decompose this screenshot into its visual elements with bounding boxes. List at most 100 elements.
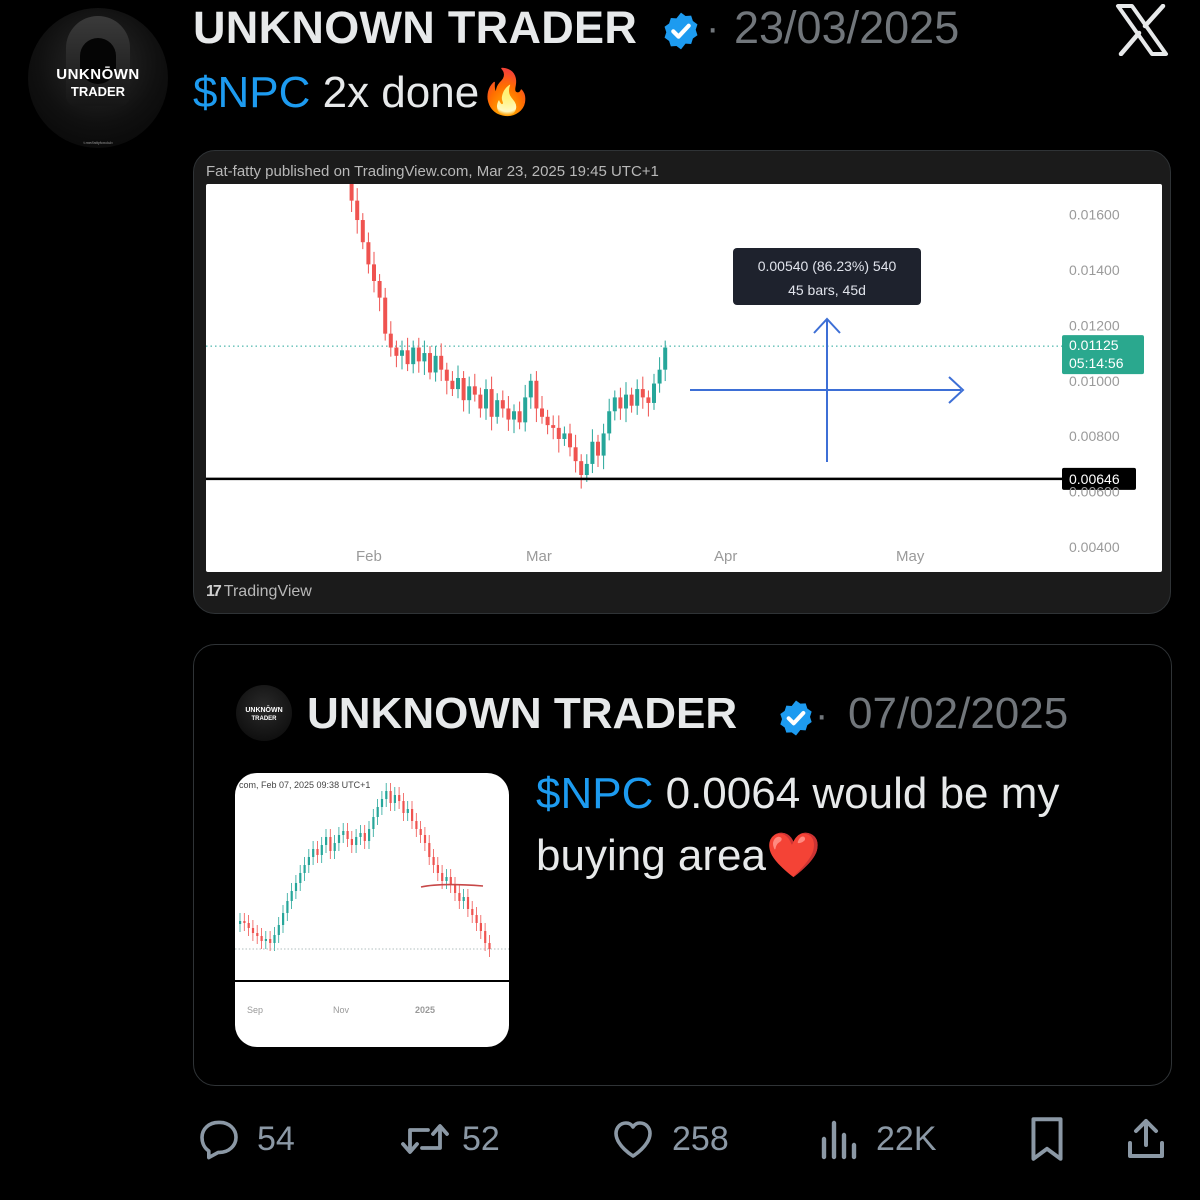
thumb-candle-body xyxy=(325,837,328,845)
y-tick-label: 0.01000 xyxy=(1069,373,1120,389)
candle-body xyxy=(394,347,399,356)
quoted-mini-chart: com, Feb 07, 2025 09:38 UTC+1 Sep Nov 20… xyxy=(235,780,509,1015)
candle-body xyxy=(416,347,421,362)
quoted-tweet-card[interactable]: UNKNŌWN TRADER UNKNOWN TRADER · 07/02/20… xyxy=(193,644,1172,1086)
candle-body xyxy=(523,397,528,423)
thumb-candle-body xyxy=(337,835,341,843)
thumb-candle-body xyxy=(402,801,405,813)
measure-tooltip-line1: 0.00540 (86.23%) 540 xyxy=(758,258,897,274)
views-button[interactable]: 22K xyxy=(818,1114,937,1164)
thumb-candle-body xyxy=(372,817,375,829)
heart-emoji: ❤️ xyxy=(765,831,821,880)
thumb-candle-body xyxy=(312,849,315,857)
candle-body xyxy=(372,264,376,281)
post-date[interactable]: 23/03/2025 xyxy=(734,2,959,54)
candle-body xyxy=(512,411,516,420)
thumb-red-curve xyxy=(420,883,484,888)
thumb-candle-body xyxy=(299,873,302,883)
quoted-cashtag-link[interactable]: $NPC xyxy=(536,769,653,818)
thumb-candle-body xyxy=(406,809,409,813)
thumb-candle-body xyxy=(333,843,336,851)
thumb-candle-body xyxy=(423,835,427,843)
bookmark-button[interactable] xyxy=(1026,1114,1068,1164)
views-bar-chart-icon xyxy=(821,1120,857,1160)
thumb-candle-body xyxy=(303,865,306,873)
quoted-date[interactable]: 07/02/2025 xyxy=(848,689,1068,739)
thumb-candle-body xyxy=(294,883,298,891)
quoted-avatar-line2: TRADER xyxy=(251,716,277,722)
candle-body xyxy=(472,386,477,395)
x-logo-icon[interactable] xyxy=(1114,4,1170,56)
quoted-chart-thumbnail[interactable]: com, Feb 07, 2025 09:38 UTC+1 Sep Nov 20… xyxy=(235,773,509,1047)
cashtag-link[interactable]: $NPC xyxy=(193,68,310,117)
thumb-candle-body xyxy=(428,843,431,857)
thumb-candle-body xyxy=(454,885,457,893)
repost-button[interactable]: 52 xyxy=(398,1114,500,1164)
candle-body xyxy=(629,394,634,406)
thumb-candle-body xyxy=(368,829,371,841)
quoted-verified-badge-icon xyxy=(780,700,812,736)
candle-body xyxy=(444,369,449,381)
candle-body xyxy=(400,350,404,356)
avatar-text-line2: TRADER xyxy=(70,84,126,99)
thumb-xtick-sep: Sep xyxy=(247,1005,263,1015)
quoted-author-avatar[interactable]: UNKNŌWN TRADER xyxy=(236,685,292,741)
candle-body xyxy=(405,350,410,365)
x-tick-label: Apr xyxy=(714,548,737,565)
thumb-xtick-2025: 2025 xyxy=(415,1005,435,1015)
thumb-candle-body xyxy=(286,901,289,913)
thumb-candle-body xyxy=(269,939,272,943)
candle-body xyxy=(635,389,640,406)
thumb-candle-body xyxy=(290,891,293,901)
candle-body xyxy=(596,441,600,456)
reply-icon xyxy=(200,1120,238,1160)
candle-body xyxy=(590,441,595,464)
thumb-candle-body xyxy=(307,857,310,865)
thumb-xtick-nov: Nov xyxy=(333,1005,350,1015)
thumb-candle-body xyxy=(479,923,482,931)
thumb-candle-body xyxy=(264,939,267,941)
quoted-avatar-line1: UNKNŌWN xyxy=(245,707,283,714)
y-tick-label: 0.01600 xyxy=(1069,206,1120,222)
quoted-separator: · xyxy=(815,693,829,737)
thumb-candle-body xyxy=(359,833,362,837)
thumb-publish-line: com, Feb 07, 2025 09:38 UTC+1 xyxy=(239,780,370,790)
candle-body xyxy=(584,463,589,475)
candle-body xyxy=(456,378,460,390)
author-name[interactable]: UNKNOWN TRADER xyxy=(193,2,637,54)
candle-body xyxy=(383,297,388,334)
avatar-text-line1: UNKNŌWN xyxy=(56,66,140,83)
header-separator: · xyxy=(706,6,720,50)
candle-body xyxy=(640,389,645,398)
thumb-candle-body xyxy=(411,809,414,821)
candle-body xyxy=(612,397,617,412)
chart-image-card[interactable]: Fat-fatty published on TradingView.com, … xyxy=(193,150,1171,614)
candle-body xyxy=(556,427,561,439)
measure-tooltip-line2: 45 bars, 45d xyxy=(788,282,866,298)
thumb-candle-body xyxy=(484,931,487,943)
views-count: 22K xyxy=(876,1119,937,1158)
reply-count: 54 xyxy=(257,1119,295,1158)
thumb-candle-body xyxy=(273,935,276,943)
chart-publish-line: Fat-fatty published on TradingView.com, … xyxy=(206,163,659,180)
tweet-body: 2x done xyxy=(310,68,480,117)
author-avatar[interactable]: UNKNŌWN TRADER t.me/fattyfcnclub xyxy=(28,8,168,148)
y-tick-label: 0.00600 xyxy=(1069,484,1120,500)
thumb-candle-body xyxy=(466,897,470,909)
thumb-candle-body xyxy=(445,877,448,881)
thumb-candle-body xyxy=(256,933,259,936)
like-button[interactable]: 258 xyxy=(608,1114,729,1164)
x-tick-label: Mar xyxy=(526,548,552,565)
candle-body xyxy=(663,347,668,370)
candle-body xyxy=(646,397,651,403)
share-button[interactable] xyxy=(1124,1114,1168,1164)
fire-emoji: 🔥 xyxy=(479,68,534,117)
thumb-candle-body xyxy=(320,845,323,855)
candle-body xyxy=(517,411,522,423)
quoted-author-name[interactable]: UNKNOWN TRADER xyxy=(307,689,737,739)
x-tick-label: Feb xyxy=(356,548,382,565)
y-tick-label: 0.01400 xyxy=(1069,262,1120,278)
candle-body xyxy=(545,416,550,426)
reply-button[interactable]: 54 xyxy=(195,1114,295,1164)
candle-body xyxy=(377,281,382,298)
